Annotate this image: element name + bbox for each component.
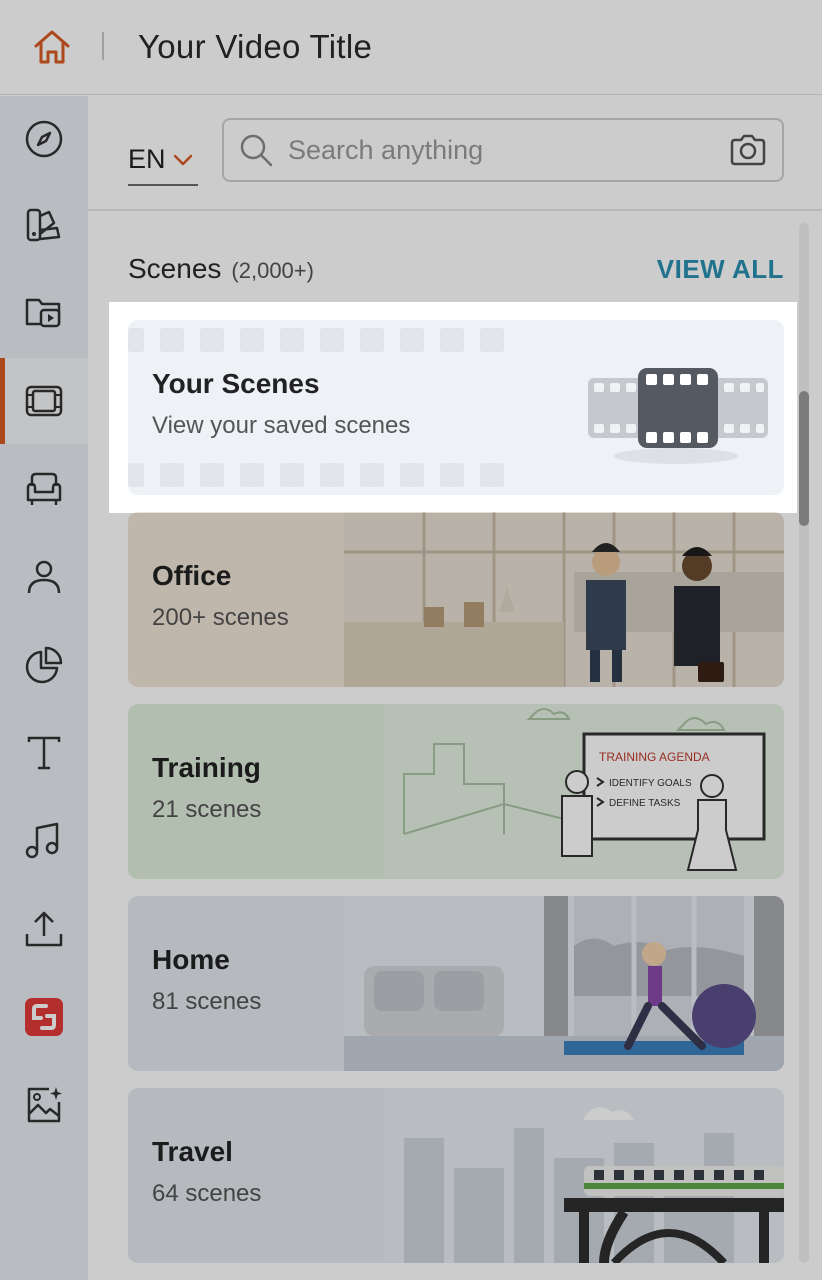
sidebar-item-brand[interactable] — [0, 974, 88, 1060]
sidebar-item-audio[interactable] — [0, 798, 88, 884]
film-strip-border — [128, 328, 768, 487]
sidebar-item-charts[interactable] — [0, 622, 88, 708]
brand-logo-icon — [25, 998, 63, 1036]
travel-illustration — [384, 1088, 784, 1263]
svg-text:DEFINE TASKS: DEFINE TASKS — [609, 798, 681, 809]
language-label: EN — [128, 143, 166, 174]
section-count: (2,000+) — [231, 258, 314, 283]
sidebar-item-my-videos[interactable] — [0, 268, 88, 354]
search-box[interactable]: Search anything — [222, 118, 784, 182]
person-icon — [27, 560, 61, 594]
sidebar-item-explore[interactable] — [0, 96, 88, 182]
office-illustration — [344, 512, 784, 687]
card-subtitle: 81 scenes — [152, 988, 262, 1015]
sidebar-item-scenes[interactable] — [0, 358, 88, 444]
scrollbar[interactable] — [799, 223, 809, 1263]
scene-card-training[interactable]: TRAINING AGENDA IDENTIFY GOALS DEFINE TA… — [128, 704, 784, 879]
section-title: Scenes — [128, 253, 222, 284]
training-illustration: TRAINING AGENDA IDENTIFY GOALS DEFINE TA… — [384, 704, 784, 879]
chevron-down-icon — [173, 154, 192, 166]
home-button[interactable] — [0, 0, 104, 95]
card-subtitle: View your saved scenes — [152, 412, 411, 439]
card-subtitle: 64 scenes — [152, 1180, 262, 1207]
scrollbar-thumb[interactable] — [799, 391, 809, 526]
scenes-list[interactable]: Scenes (2,000+) VIEW ALL Your Scenes Vie… — [88, 213, 822, 1280]
card-title: Travel — [152, 1136, 233, 1167]
text-icon — [27, 736, 61, 770]
card-subtitle: 21 scenes — [152, 796, 262, 823]
scenes-section-header: Scenes (2,000+) VIEW ALL — [128, 253, 784, 293]
camera-icon[interactable] — [728, 130, 768, 170]
armchair-icon — [26, 472, 62, 505]
sidebar-item-props[interactable] — [0, 446, 88, 532]
sidebar-item-text[interactable] — [0, 710, 88, 796]
compass-icon — [25, 120, 63, 158]
sidebar-item-templates[interactable] — [0, 182, 88, 268]
main-panel: EN Search anything Scenes (2,000+) VIEW … — [88, 96, 822, 1280]
pie-chart-icon — [25, 646, 63, 684]
scene-card-home[interactable]: Home 81 scenes — [128, 896, 784, 1071]
sidebar — [0, 96, 88, 1280]
home-illustration — [344, 896, 784, 1071]
film-icon — [25, 385, 63, 417]
top-header: Your Video Title — [0, 0, 822, 95]
svg-text:TRAINING AGENDA: TRAINING AGENDA — [599, 750, 710, 764]
card-title: Training — [152, 752, 261, 783]
video-folder-icon — [25, 298, 61, 328]
scenes-toolbar: EN Search anything — [88, 96, 822, 211]
video-title[interactable]: Your Video Title — [138, 28, 372, 66]
card-title: Your Scenes — [152, 368, 320, 399]
sidebar-item-characters[interactable] — [0, 534, 88, 620]
card-title: Home — [152, 944, 230, 975]
sidebar-item-ai-image[interactable] — [0, 1062, 88, 1148]
svg-text:IDENTIFY GOALS: IDENTIFY GOALS — [609, 778, 692, 789]
scene-card-travel[interactable]: Travel 64 scenes — [128, 1088, 784, 1263]
view-all-link[interactable]: VIEW ALL — [657, 254, 784, 285]
search-input[interactable]: Search anything — [288, 135, 728, 166]
scene-card-your-scenes[interactable]: Your Scenes View your saved scenes — [128, 320, 784, 495]
search-icon — [240, 134, 273, 167]
sidebar-item-upload[interactable] — [0, 886, 88, 972]
ai-image-icon — [27, 1087, 62, 1123]
card-title: Office — [152, 560, 232, 591]
language-selector[interactable]: EN — [128, 134, 198, 186]
card-subtitle: 200+ scenes — [152, 604, 289, 631]
upload-icon — [25, 911, 63, 947]
scene-card-office[interactable]: Office 200+ scenes — [128, 512, 784, 687]
music-note-icon — [25, 822, 59, 859]
palette-icon — [26, 208, 61, 242]
home-icon — [34, 30, 70, 64]
